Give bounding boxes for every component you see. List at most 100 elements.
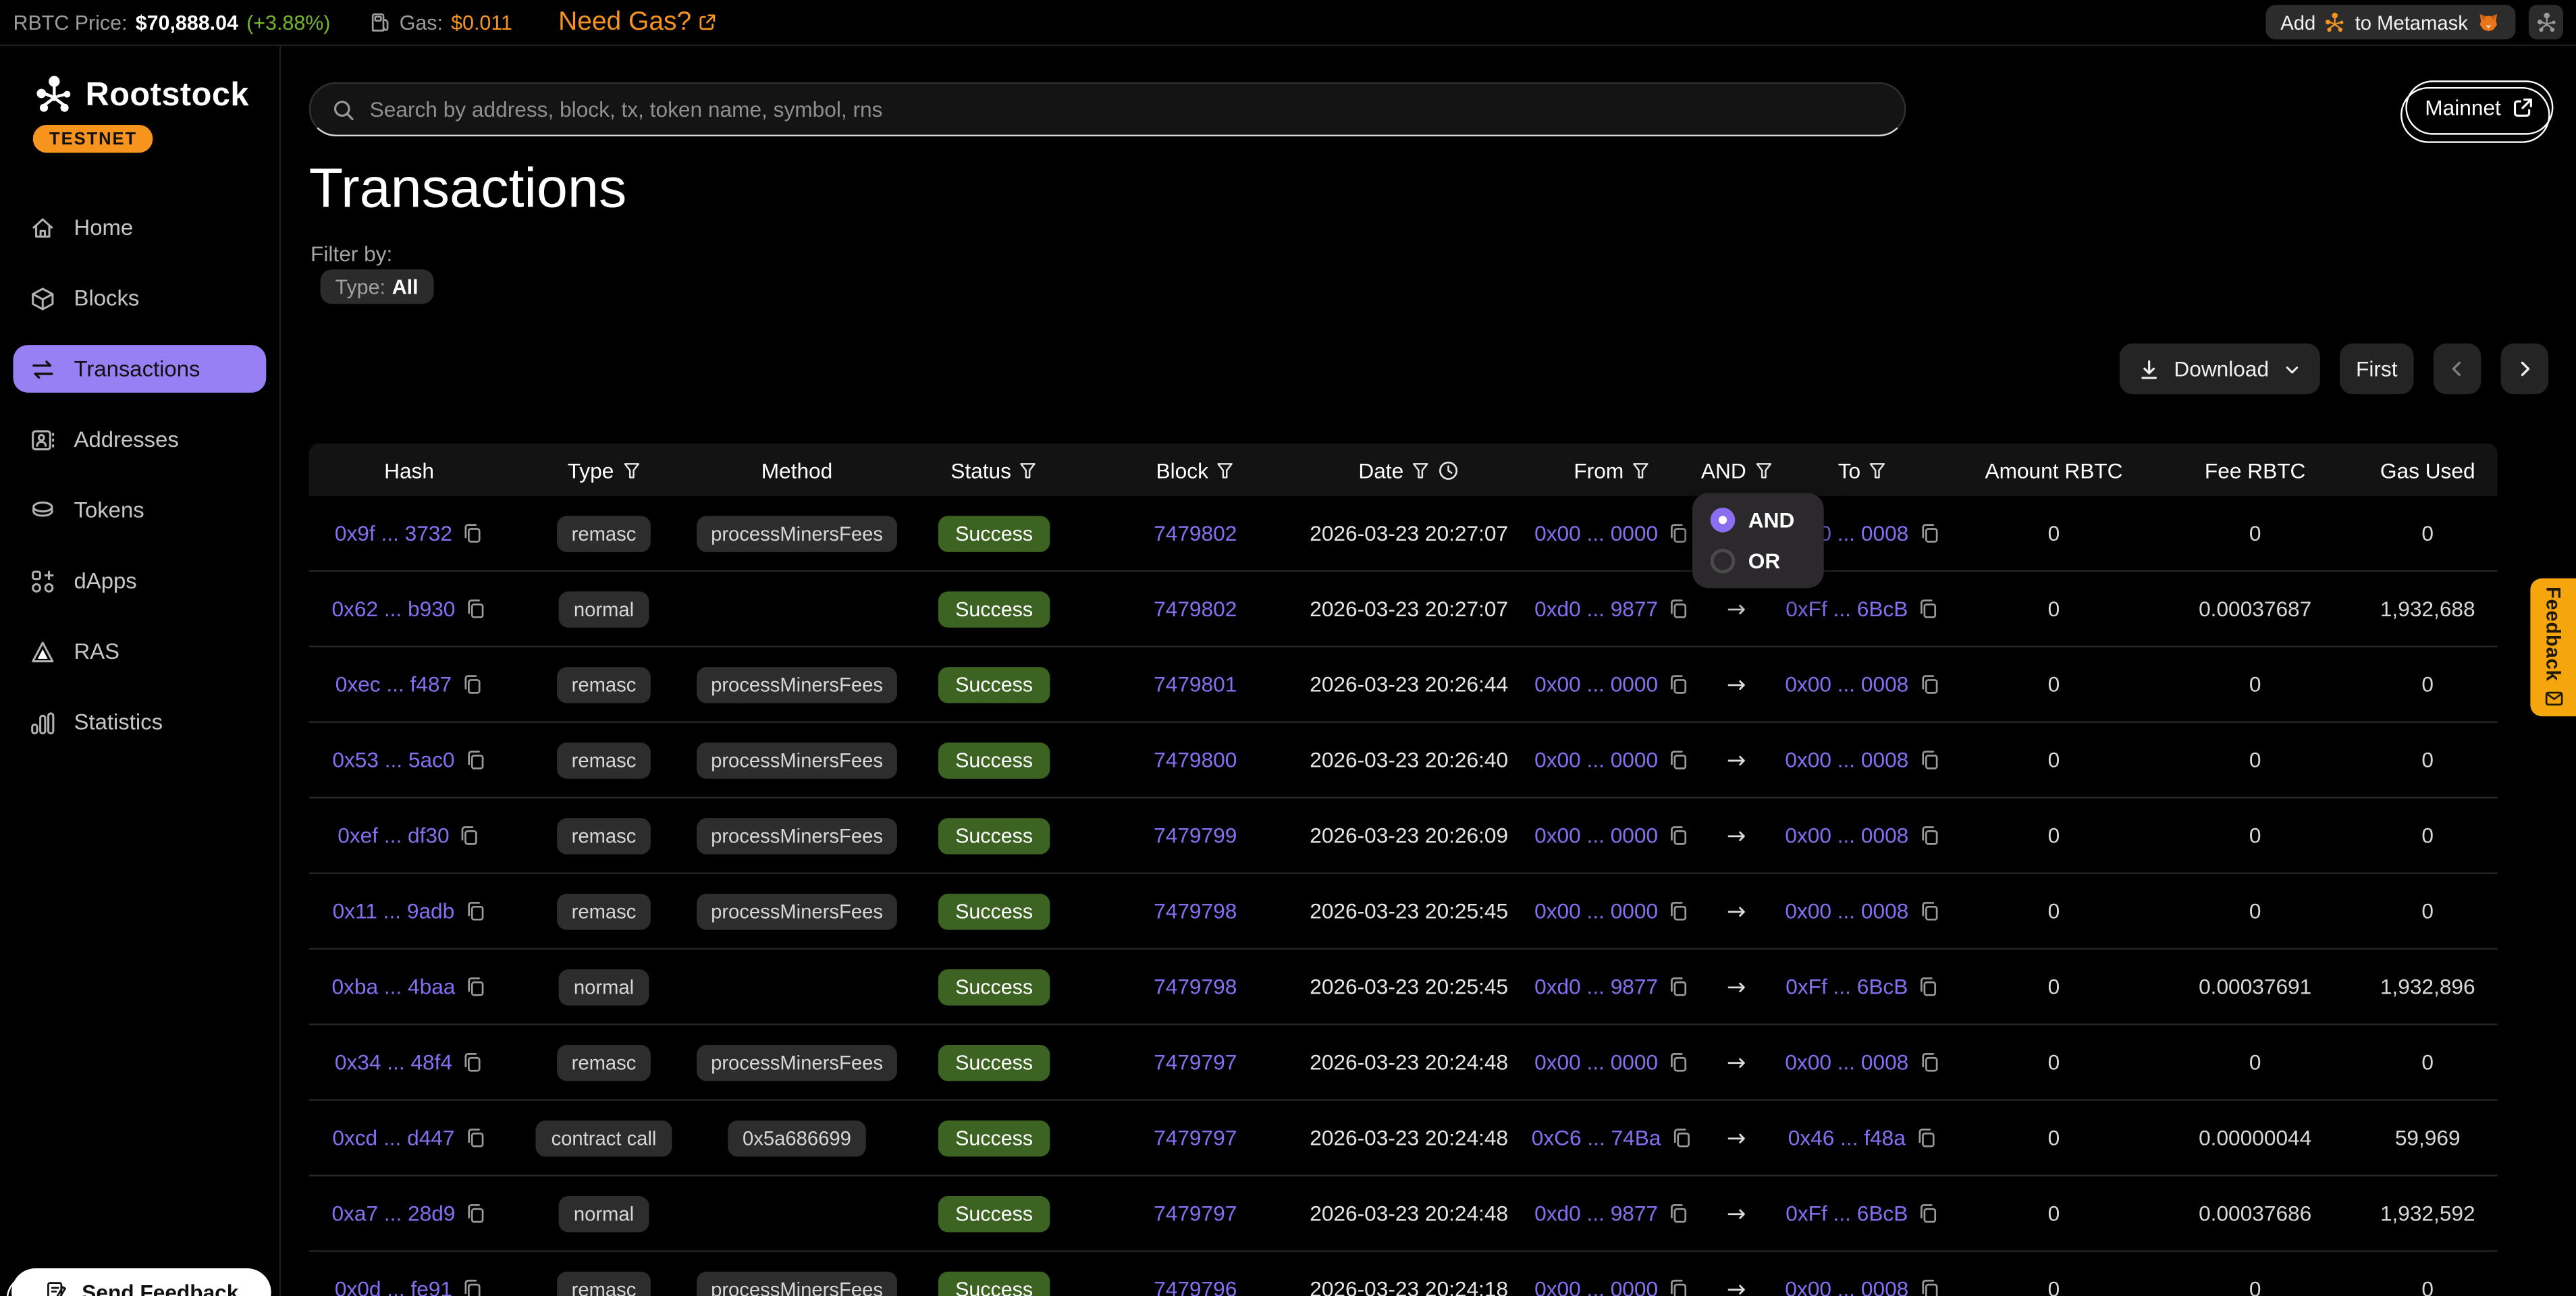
column-header-block[interactable]: Block — [1093, 458, 1298, 483]
tx-hash-link[interactable]: 0xa7 ... 28d9 — [331, 1201, 455, 1226]
sidebar-item-ras[interactable]: RAS — [13, 628, 266, 676]
filter-option-or[interactable]: OR — [1711, 549, 1806, 574]
from-address-link[interactable]: 0xd0 ... 9877 — [1534, 1201, 1658, 1226]
block-link[interactable]: 7479799 — [1154, 823, 1237, 848]
next-page-button[interactable] — [2501, 344, 2549, 394]
block-link[interactable]: 7479802 — [1154, 597, 1237, 622]
copy-icon[interactable] — [462, 1052, 484, 1073]
copy-icon[interactable] — [462, 674, 483, 695]
copy-icon[interactable] — [1668, 900, 1690, 922]
copy-icon[interactable] — [464, 749, 486, 771]
copy-icon[interactable] — [462, 522, 484, 544]
from-address-link[interactable]: 0x00 ... 0000 — [1534, 672, 1658, 697]
copy-icon[interactable] — [1668, 976, 1690, 998]
need-gas-link[interactable]: Need Gas? — [558, 7, 716, 37]
sidebar-item-tokens[interactable]: Tokens — [13, 486, 266, 534]
copy-icon[interactable] — [1918, 900, 1940, 922]
tx-hash-link[interactable]: 0x9f ... 3732 — [335, 521, 452, 546]
copy-icon[interactable] — [1918, 976, 1939, 998]
copy-icon[interactable] — [1916, 1127, 1937, 1149]
network-switch-button[interactable]: Mainnet — [2405, 80, 2553, 134]
sidebar-item-addresses[interactable]: Addresses — [13, 416, 266, 464]
block-link[interactable]: 7479798 — [1154, 974, 1237, 999]
copy-icon[interactable] — [1918, 1052, 1940, 1073]
search-input[interactable] — [370, 97, 1883, 122]
tx-hash-link[interactable]: 0x34 ... 48f4 — [335, 1050, 452, 1075]
block-link[interactable]: 7479801 — [1154, 672, 1237, 697]
to-address-link[interactable]: 0x00 ... 0008 — [1785, 898, 1908, 923]
column-header-and[interactable]: AND — [1704, 458, 1769, 483]
copy-icon[interactable] — [1668, 674, 1690, 695]
column-header-date[interactable]: Date — [1298, 458, 1520, 483]
block-link[interactable]: 7479797 — [1154, 1201, 1237, 1226]
feedback-tab[interactable]: Feedback — [2530, 578, 2576, 716]
add-to-metamask-button[interactable]: Add to Metamask — [2265, 5, 2515, 39]
copy-icon[interactable] — [465, 598, 487, 620]
copy-icon[interactable] — [1668, 1278, 1690, 1296]
to-address-link[interactable]: 0xFf ... 6BcB — [1786, 974, 1908, 999]
column-header-status[interactable]: Status — [896, 458, 1093, 483]
first-page-button[interactable]: First — [2340, 344, 2414, 394]
copy-icon[interactable] — [1668, 598, 1690, 620]
copy-icon[interactable] — [1918, 1203, 1939, 1224]
block-link[interactable]: 7479797 — [1154, 1125, 1237, 1150]
copy-icon[interactable] — [1918, 1278, 1940, 1296]
tx-hash-link[interactable]: 0xef ... df30 — [338, 823, 449, 848]
send-feedback-button[interactable]: Send Feedback — [11, 1268, 271, 1296]
copy-icon[interactable] — [1918, 598, 1939, 620]
sidebar-item-transactions[interactable]: Transactions — [13, 345, 266, 393]
copy-icon[interactable] — [1668, 749, 1690, 771]
tx-hash-link[interactable]: 0xcd ... d447 — [332, 1125, 454, 1150]
download-button[interactable]: Download — [2120, 344, 2320, 394]
tx-hash-link[interactable]: 0x0d ... fe91 — [335, 1276, 452, 1296]
tx-hash-link[interactable]: 0xba ... 4baa — [331, 974, 455, 999]
to-address-link[interactable]: 0x00 ... 0008 — [1785, 672, 1908, 697]
copy-icon[interactable] — [1668, 1052, 1690, 1073]
type-filter-chip[interactable]: Type: All — [321, 269, 433, 304]
block-link[interactable]: 7479800 — [1154, 747, 1237, 772]
prev-page-button[interactable] — [2434, 344, 2481, 394]
block-link[interactable]: 7479797 — [1154, 1050, 1237, 1075]
from-address-link[interactable]: 0xd0 ... 9877 — [1534, 597, 1658, 622]
copy-icon[interactable] — [1668, 825, 1690, 846]
to-address-link[interactable]: 0x46 ... f48a — [1788, 1125, 1906, 1150]
block-link[interactable]: 7479796 — [1154, 1276, 1237, 1296]
block-link[interactable]: 7479798 — [1154, 898, 1237, 923]
sidebar-item-dapps[interactable]: dApps — [13, 557, 266, 605]
column-header-from[interactable]: From — [1520, 458, 1704, 483]
to-address-link[interactable]: 0xFf ... 6BcB — [1786, 1201, 1908, 1226]
sidebar-item-statistics[interactable]: Statistics — [13, 698, 266, 746]
to-address-link[interactable]: 0xFf ... 6BcB — [1786, 597, 1908, 622]
rootstock-logo-button[interactable] — [2529, 5, 2563, 39]
brand[interactable]: Rootstock TESTNET — [33, 74, 249, 153]
from-address-link[interactable]: 0x00 ... 0000 — [1534, 1276, 1658, 1296]
filter-option-and[interactable]: AND — [1711, 508, 1806, 533]
from-address-link[interactable]: 0x00 ... 0000 — [1534, 1050, 1658, 1075]
from-address-link[interactable]: 0x00 ... 0000 — [1534, 747, 1658, 772]
tx-hash-link[interactable]: 0x11 ... 9adb — [333, 898, 455, 923]
from-address-link[interactable]: 0xC6 ... 74Ba — [1532, 1125, 1661, 1150]
to-address-link[interactable]: 0x00 ... 0008 — [1785, 747, 1908, 772]
radio-unselected-icon[interactable] — [1711, 549, 1736, 574]
copy-icon[interactable] — [1668, 1203, 1690, 1224]
copy-icon[interactable] — [1918, 674, 1940, 695]
copy-icon[interactable] — [462, 1278, 484, 1296]
to-address-link[interactable]: 0x00 ... 0008 — [1785, 1276, 1908, 1296]
copy-icon[interactable] — [1671, 1127, 1692, 1149]
copy-icon[interactable] — [465, 976, 487, 998]
copy-icon[interactable] — [1918, 749, 1940, 771]
copy-icon[interactable] — [464, 900, 486, 922]
tx-hash-link[interactable]: 0x62 ... b930 — [331, 597, 455, 622]
sidebar-item-home[interactable]: Home — [13, 204, 266, 252]
tx-hash-link[interactable]: 0x53 ... 5ac0 — [332, 747, 454, 772]
copy-icon[interactable] — [465, 1203, 487, 1224]
radio-selected-icon[interactable] — [1711, 508, 1736, 533]
column-header-to[interactable]: To — [1769, 458, 1955, 483]
copy-icon[interactable] — [459, 825, 481, 846]
from-address-link[interactable]: 0x00 ... 0000 — [1534, 898, 1658, 923]
from-address-link[interactable]: 0x00 ... 0000 — [1534, 521, 1658, 546]
from-address-link[interactable]: 0xd0 ... 9877 — [1534, 974, 1658, 999]
to-address-link[interactable]: 0x00 ... 0008 — [1785, 1050, 1908, 1075]
copy-icon[interactable] — [1918, 825, 1940, 846]
copy-icon[interactable] — [1918, 522, 1940, 544]
